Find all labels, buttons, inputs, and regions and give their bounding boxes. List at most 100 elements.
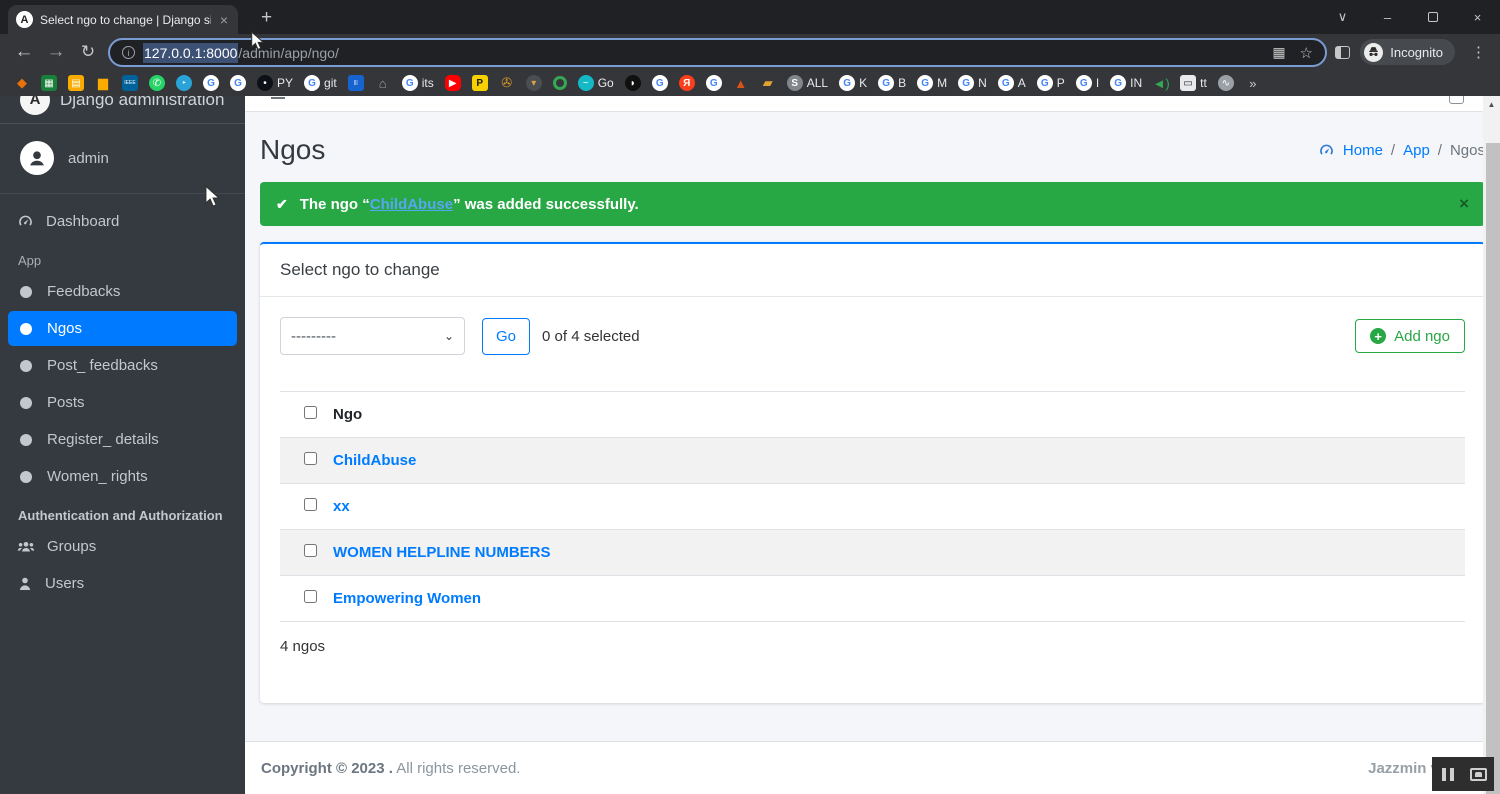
bookmark-item[interactable]: ▰ xyxy=(760,75,776,91)
bookmark-item[interactable]: IEEE xyxy=(122,75,138,91)
ngo-link[interactable]: WOMEN HELPLINE NUMBERS xyxy=(333,544,551,561)
bookmark-item[interactable]: ▆ xyxy=(95,75,111,91)
bookmark-item[interactable]: Ggit xyxy=(304,75,337,91)
scroll-up-icon[interactable]: ▲ xyxy=(1483,96,1500,112)
bookmark-item[interactable]: GN xyxy=(958,75,987,91)
bookmark-item[interactable]: ▲ xyxy=(733,75,749,91)
breadcrumb-home-link[interactable]: Home xyxy=(1343,142,1383,159)
cart-icon: ▾ xyxy=(525,75,542,91)
bookmark-item[interactable]: S ALL xyxy=(786,75,828,91)
bookmark-item[interactable]: ▤ xyxy=(68,75,84,91)
scrollbar[interactable]: ▲ xyxy=(1483,96,1500,794)
tab-close-icon[interactable]: × xyxy=(218,12,230,28)
pause-button[interactable] xyxy=(1432,757,1463,791)
bookmark-item[interactable]: ◄) xyxy=(1153,75,1169,91)
bookmark-item[interactable]: ▶ xyxy=(444,75,461,91)
bookmark-item[interactable]: ∿ xyxy=(1217,75,1234,91)
bookmark-item[interactable]: ➤ xyxy=(176,75,192,91)
browser-menu-icon[interactable]: ⋮ xyxy=(1465,43,1492,61)
select-all-checkbox[interactable] xyxy=(304,406,317,419)
bookmark-item[interactable]: GA xyxy=(997,75,1026,91)
ngo-link[interactable]: Empowering Women xyxy=(333,590,481,607)
tab-search-chevron-icon[interactable]: ∨ xyxy=(1320,9,1365,25)
bookmark-item[interactable] xyxy=(552,76,567,90)
row-checkbox[interactable] xyxy=(304,544,317,557)
row-checkbox[interactable] xyxy=(304,498,317,511)
url-bar[interactable]: i 127.0.0.1:8000 /admin/app/ngo/ ▦ ☆ xyxy=(108,38,1327,67)
bookmark-item[interactable]: ✇ xyxy=(499,75,515,91)
forward-button[interactable]: → xyxy=(40,41,72,63)
alert-close-icon[interactable]: × xyxy=(1459,194,1469,214)
bookmark-item[interactable]: ◆ xyxy=(14,75,30,91)
bookmark-item[interactable]: GI xyxy=(1075,75,1099,91)
bookmark-item[interactable]: G xyxy=(203,75,219,91)
p-yellow-icon: P xyxy=(471,75,488,91)
minimize-button[interactable]: – xyxy=(1365,10,1410,25)
row-checkbox[interactable] xyxy=(304,590,317,603)
tab-bar: A Select ngo to change | Django sit × + … xyxy=(0,0,1500,34)
bookmark-item[interactable]: Gits xyxy=(401,75,434,91)
hamburger-menu-icon[interactable] xyxy=(271,96,285,99)
go-button[interactable]: Go xyxy=(482,317,531,355)
back-button[interactable]: ← xyxy=(8,41,40,63)
sidebar-item-ngos[interactable]: Ngos xyxy=(8,311,237,346)
breadcrumb-separator: / xyxy=(1437,141,1442,159)
bookmark-item[interactable]: P xyxy=(471,75,488,91)
ngo-link[interactable]: ChildAbuse xyxy=(333,452,416,469)
breadcrumb-app-link[interactable]: App xyxy=(1403,142,1430,159)
bookmark-item[interactable]: ⌂ xyxy=(375,75,391,91)
bookmark-item[interactable]: ~ Go xyxy=(577,75,614,91)
bookmark-item[interactable]: ▾ xyxy=(525,75,542,91)
ngo-link[interactable]: xx xyxy=(333,498,350,515)
side-panel-icon[interactable] xyxy=(1335,45,1351,59)
bookmark-item[interactable]: G xyxy=(230,75,246,91)
sidebar-item-groups[interactable]: Groups xyxy=(8,529,237,564)
bookmark-label: B xyxy=(898,76,907,90)
sidebar-item-users[interactable]: Users xyxy=(8,566,237,601)
bookmark-item[interactable]: » xyxy=(1245,75,1261,91)
user-panel[interactable]: admin xyxy=(0,124,245,194)
brand[interactable]: A Django administration xyxy=(0,96,245,124)
new-tab-button[interactable]: + xyxy=(255,6,278,30)
sidebar-item-label: Dashboard xyxy=(46,213,120,230)
scrollbar-thumb[interactable] xyxy=(1486,143,1500,794)
bookmark-item[interactable]: GK xyxy=(839,75,867,91)
bookmark-item[interactable]: ◗ xyxy=(624,75,641,91)
sidebar-item-dashboard[interactable]: Dashboard xyxy=(8,204,237,239)
bookmark-item[interactable]: ||| xyxy=(347,75,364,91)
bookmark-item[interactable]: G xyxy=(705,75,722,91)
bookmark-item[interactable]: G xyxy=(651,75,668,91)
alert-ngo-link[interactable]: ChildAbuse xyxy=(370,196,453,213)
sidebar-item-women-rights[interactable]: Women_ rights xyxy=(8,459,237,494)
sidebar-item-register-details[interactable]: Register_ details xyxy=(8,422,237,457)
sidebar-item-post-feedbacks[interactable]: Post_ feedbacks xyxy=(8,348,237,383)
bookmark-item[interactable]: GB xyxy=(878,75,906,91)
bookmark-item[interactable]: ▭ tt xyxy=(1180,75,1207,91)
sidebar-item-posts[interactable]: Posts xyxy=(8,385,237,420)
sidebar-item-feedbacks[interactable]: Feedbacks xyxy=(8,274,237,309)
bookmark-item[interactable]: G IN xyxy=(1110,75,1142,91)
reload-button[interactable]: ↻ xyxy=(72,42,104,62)
column-header-ngo[interactable]: Ngo xyxy=(325,391,1465,438)
bookmark-item[interactable]: GM xyxy=(917,75,947,91)
add-ngo-button[interactable]: + Add ngo xyxy=(1355,319,1465,353)
bookmark-item[interactable]: ✆ xyxy=(149,75,165,91)
row-checkbox[interactable] xyxy=(304,452,317,465)
maximize-button[interactable] xyxy=(1410,10,1455,25)
pip-button[interactable] xyxy=(1463,757,1494,791)
browser-tab[interactable]: A Select ngo to change | Django sit × xyxy=(8,5,238,34)
bookmark-item[interactable]: Я xyxy=(678,75,695,91)
footer: Copyright © 2023 . All rights reserved. … xyxy=(245,741,1500,794)
action-select[interactable]: --------- ⌄ xyxy=(280,317,465,355)
circle-icon xyxy=(20,396,32,409)
bookmark-item[interactable]: ▦ xyxy=(41,75,57,91)
site-info-icon[interactable]: i xyxy=(122,46,135,59)
brand-title: Django administration xyxy=(60,96,225,109)
fullscreen-icon[interactable] xyxy=(1449,96,1464,104)
bookmark-star-icon[interactable]: ☆ xyxy=(1300,44,1313,62)
circle-icon xyxy=(20,285,32,298)
bookmark-item[interactable]: GP xyxy=(1036,75,1065,91)
qr-grid-icon[interactable]: ▦ xyxy=(1272,44,1285,61)
close-window-button[interactable]: × xyxy=(1455,10,1500,25)
bookmark-item[interactable]: • PY xyxy=(257,75,293,91)
